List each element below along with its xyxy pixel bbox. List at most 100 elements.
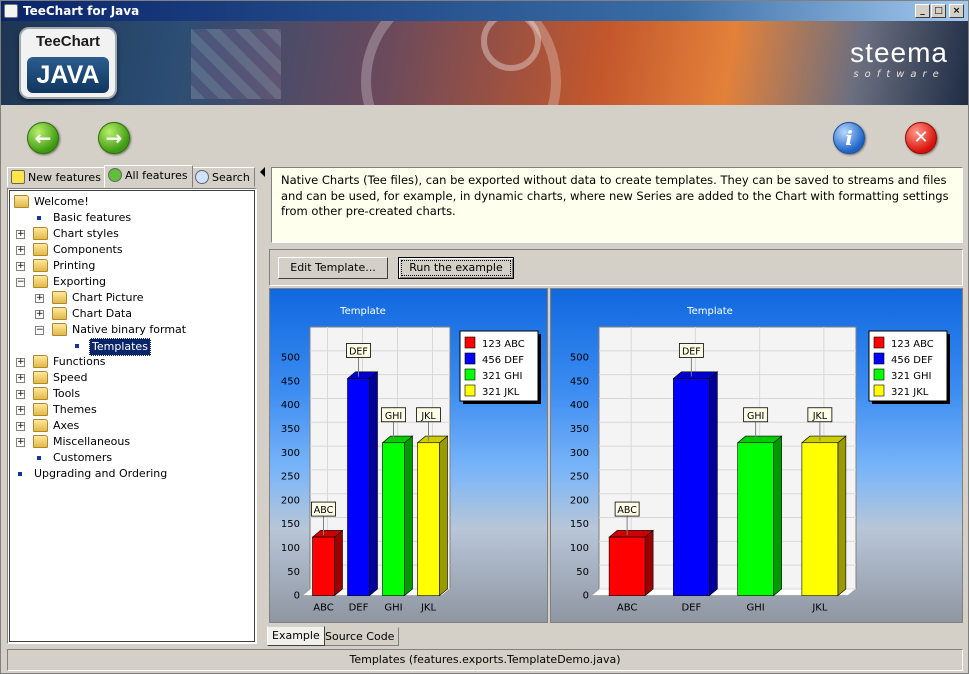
panel-splitter[interactable] xyxy=(260,165,266,645)
tree-item[interactable]: Customers xyxy=(10,450,255,466)
tree-item[interactable]: + Functions xyxy=(10,354,255,370)
y-tick-label: 400 xyxy=(281,400,300,411)
forward-arrow-icon[interactable]: → xyxy=(98,122,130,154)
y-tick-label: 300 xyxy=(570,448,589,459)
y-tick-label: 250 xyxy=(281,472,300,483)
expand-icon[interactable]: + xyxy=(16,406,25,415)
tree-item[interactable]: + Miscellaneous xyxy=(10,434,255,450)
legend-item: 123 ABC xyxy=(891,339,934,350)
y-tick-label: 100 xyxy=(570,543,589,554)
tree-item-label: Native binary format xyxy=(72,323,187,336)
tree-item[interactable]: Templates xyxy=(10,338,255,356)
bullet-icon xyxy=(18,472,22,476)
y-tick-label: 150 xyxy=(281,519,300,530)
bar-top xyxy=(608,530,654,538)
tab-all-features[interactable]: All features xyxy=(104,165,193,188)
application-window: TeeChart for Java _ □ × TeeChart JAVA st… xyxy=(0,0,969,674)
bullet-icon xyxy=(75,344,79,348)
legend-item: 321 GHI xyxy=(891,371,931,382)
expand-icon[interactable]: + xyxy=(35,294,44,303)
expand-icon[interactable]: + xyxy=(16,374,25,383)
x-tick-label: DEF xyxy=(681,603,701,614)
tree-item[interactable]: + Chart Data xyxy=(10,306,255,322)
feature-tree[interactable]: Welcome! Basic features + Chart styles + Comp… xyxy=(9,190,255,642)
mark-label: ABC xyxy=(617,505,637,516)
status-bar: Templates (features.exports.TemplateDemo… xyxy=(7,649,963,671)
expand-icon[interactable]: + xyxy=(16,246,25,255)
bar-side xyxy=(644,529,654,597)
tree-item[interactable]: + Chart Picture xyxy=(10,290,255,306)
folder-icon xyxy=(33,387,48,400)
title-bar[interactable]: TeeChart for Java _ □ × xyxy=(1,1,968,21)
x-tick-label: GHI xyxy=(384,603,402,614)
tree-item[interactable]: Basic features xyxy=(10,210,255,226)
tree-item[interactable]: Welcome! xyxy=(10,194,255,210)
folder-open-icon xyxy=(33,275,48,288)
chart-svg-right: Template 0 50 100 150 200 250 300 350 400 450 500 AB… xyxy=(570,306,950,614)
window-close-button[interactable]: × xyxy=(949,4,964,18)
tree-item[interactable]: + Themes xyxy=(10,402,255,418)
legend-swatch xyxy=(464,352,476,365)
minimize-button[interactable]: _ xyxy=(915,4,930,18)
tab-source-code[interactable]: Source Code xyxy=(320,627,400,646)
x-tick-label: ABC xyxy=(617,603,638,614)
folder-icon xyxy=(33,355,48,368)
folder-open-icon xyxy=(52,323,67,336)
bar-side xyxy=(404,435,413,597)
tab-search[interactable]: Search xyxy=(191,167,255,187)
close-icon[interactable]: ✕ xyxy=(905,122,937,154)
legend-item: 456 DEF xyxy=(891,355,933,366)
tree-item[interactable]: − Exporting xyxy=(10,274,255,290)
tree-item[interactable]: Upgrading and Ordering xyxy=(10,466,255,482)
bar xyxy=(737,442,774,596)
tree-item[interactable]: + Speed xyxy=(10,370,255,386)
run-example-button[interactable]: Run the example xyxy=(398,257,514,279)
bar xyxy=(382,442,405,596)
collapse-left-icon[interactable] xyxy=(260,167,265,177)
template-chart-right[interactable]: Template 0 50 100 150 200 250 300 350 400 450 500 AB… xyxy=(550,288,963,623)
template-chart-left[interactable]: Template 0 50 100 150 200 250 300 350 400 450 500 AB… xyxy=(269,288,548,623)
tree-item[interactable]: + Components xyxy=(10,242,255,258)
edit-template-button[interactable]: Edit Template... xyxy=(278,257,388,279)
bar-side xyxy=(439,435,448,597)
tree-item-label: Chart styles xyxy=(53,227,119,240)
expand-icon[interactable]: + xyxy=(16,230,25,239)
feature-tree-panel[interactable]: Welcome! Basic features + Chart styles + Comp… xyxy=(7,188,257,644)
tree-item[interactable]: + Axes xyxy=(10,418,255,434)
mark-label: ABC xyxy=(314,505,334,516)
collapse-icon[interactable]: − xyxy=(35,326,44,335)
expand-icon[interactable]: + xyxy=(16,358,25,367)
tab-example[interactable]: Example xyxy=(267,626,325,646)
mark-label: JKL xyxy=(812,411,828,422)
bar xyxy=(673,378,710,596)
legend-swatch xyxy=(873,336,885,349)
y-tick-label: 450 xyxy=(570,376,589,387)
folder-icon xyxy=(52,291,67,304)
folder-icon xyxy=(33,227,48,240)
tree-item-label: Chart Data xyxy=(72,307,132,320)
expand-icon[interactable]: + xyxy=(35,310,44,319)
magnifier-icon xyxy=(195,170,209,184)
expand-icon[interactable]: + xyxy=(16,438,25,447)
y-tick-label: 50 xyxy=(576,567,589,578)
tree-item[interactable]: + Chart styles xyxy=(10,226,255,242)
expand-icon[interactable]: + xyxy=(16,390,25,399)
tab-new-features[interactable]: New features xyxy=(7,167,106,187)
bar-side xyxy=(709,371,718,597)
folder-icon xyxy=(33,371,48,384)
expand-icon[interactable]: + xyxy=(16,422,25,431)
collapse-icon[interactable]: − xyxy=(16,278,25,287)
bar xyxy=(608,536,646,596)
tree-item[interactable]: + Printing xyxy=(10,258,255,274)
tree-item[interactable]: + Tools xyxy=(10,386,255,402)
mark-label: DEF xyxy=(349,346,368,357)
legend-swatch xyxy=(464,384,476,397)
tree-item[interactable]: − Native binary format xyxy=(10,322,255,338)
maximize-button[interactable]: □ xyxy=(931,4,946,18)
expand-icon[interactable]: + xyxy=(16,262,25,271)
legend-item: 321 GHI xyxy=(482,371,522,382)
back-arrow-icon[interactable]: ← xyxy=(27,122,59,154)
bar-top xyxy=(801,435,847,444)
tree-item-label: Customers xyxy=(53,451,113,464)
info-icon[interactable]: i xyxy=(833,122,865,154)
